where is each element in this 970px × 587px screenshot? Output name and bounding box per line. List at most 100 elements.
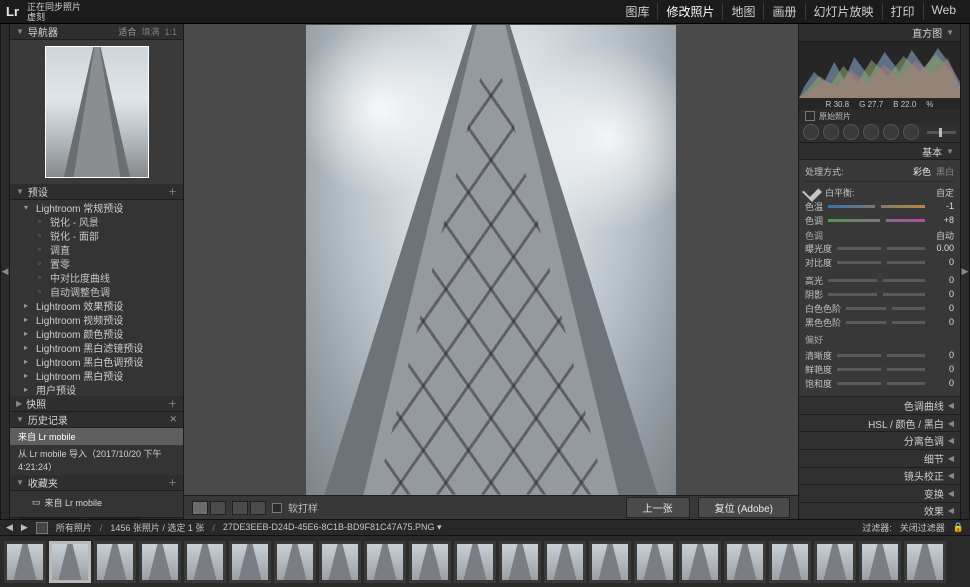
exposure-slider[interactable]	[837, 247, 925, 250]
preset-group[interactable]: ▸Lightroom 黑白滤镜预设	[10, 340, 183, 354]
gradient-tool-icon[interactable]	[863, 124, 879, 140]
grid-icon[interactable]	[36, 522, 48, 534]
snapshots-header[interactable]: ▶ 快照 ＋	[10, 396, 183, 412]
transform-header[interactable]: 变换◀	[799, 484, 960, 502]
softproof-checkbox[interactable]	[272, 503, 282, 513]
swap-button[interactable]	[250, 501, 266, 515]
filmstrip-thumb[interactable]	[229, 541, 271, 583]
treatment-color[interactable]: 彩色	[913, 165, 931, 178]
original-toggle[interactable]: 原始照片	[799, 109, 960, 124]
filmstrip-thumb[interactable]	[49, 541, 91, 583]
spot-tool-icon[interactable]	[823, 124, 839, 140]
presets-header[interactable]: ▼ 预设 ＋	[10, 184, 183, 200]
hsl-header[interactable]: HSL / 颜色 / 黑白◀	[799, 414, 960, 432]
filmstrip-thumb[interactable]	[319, 541, 361, 583]
filmstrip-thumb[interactable]	[364, 541, 406, 583]
filmstrip-thumb[interactable]	[184, 541, 226, 583]
before-after-lr-button[interactable]	[210, 501, 226, 515]
clarity-value[interactable]: 0	[930, 350, 954, 360]
history-entry[interactable]: 来自 Lr mobile	[10, 428, 183, 445]
module-map[interactable]: 地图	[722, 3, 763, 20]
current-filename[interactable]: 27DE3EEB-D24D-45E6-8C1B-BD9F81C47A75.PNG…	[223, 522, 442, 533]
add-preset-icon[interactable]: ＋	[168, 185, 177, 198]
left-edge-collapse[interactable]: ◀	[0, 24, 10, 519]
right-edge-collapse[interactable]: ▶	[960, 24, 970, 519]
radial-tool-icon[interactable]	[883, 124, 899, 140]
nav-zoom-labels[interactable]: 适合 填满 1:1	[118, 25, 177, 38]
nav-back-icon[interactable]: ◀	[6, 522, 13, 533]
module-slideshow[interactable]: 幻灯片放映	[805, 3, 882, 20]
filmstrip-thumb[interactable]	[544, 541, 586, 583]
blacks-value[interactable]: 0	[930, 317, 954, 327]
clear-history-icon[interactable]: ✕	[169, 414, 177, 425]
auto-tone-button[interactable]: 自动	[936, 229, 954, 242]
preset-group[interactable]: ▸用户预设	[10, 382, 183, 396]
vibrance-slider[interactable]	[837, 368, 925, 371]
filmstrip-thumb[interactable]	[769, 541, 811, 583]
histogram-header[interactable]: 直方图 ▼	[799, 24, 960, 42]
tonecurve-header[interactable]: 色调曲线◀	[799, 396, 960, 414]
filmstrip-thumb[interactable]	[409, 541, 451, 583]
filmstrip-thumb[interactable]	[454, 541, 496, 583]
preset-item[interactable]: ▫自动调整色调	[10, 284, 183, 298]
vibrance-value[interactable]: 0	[930, 364, 954, 374]
filmstrip-thumb[interactable]	[724, 541, 766, 583]
preset-item[interactable]: ▫锐化 - 面部	[10, 228, 183, 242]
sync-profile-block[interactable]: 正在同步照片 虚刻	[27, 2, 81, 22]
add-collection-icon[interactable]: ＋	[168, 476, 177, 489]
navigator-preview[interactable]	[10, 40, 183, 184]
previous-button[interactable]: 上一张	[626, 497, 690, 518]
filmstrip-thumb[interactable]	[94, 541, 136, 583]
filmstrip-thumb[interactable]	[634, 541, 676, 583]
basic-header[interactable]: 基本 ▼	[799, 143, 960, 161]
original-checkbox[interactable]	[805, 111, 815, 121]
preset-group[interactable]: ▸Lightroom 黑白色调预设	[10, 354, 183, 368]
shadows-slider[interactable]	[828, 293, 925, 296]
preset-group[interactable]: ▾Lightroom 常规预设	[10, 200, 183, 214]
preset-item[interactable]: ▫调直	[10, 242, 183, 256]
reset-button[interactable]: 复位 (Adobe)	[698, 497, 790, 518]
module-book[interactable]: 画册	[763, 3, 804, 20]
saturation-value[interactable]: 0	[930, 378, 954, 388]
preset-item[interactable]: ▫锐化 - 风景	[10, 214, 183, 228]
source-label[interactable]: 所有照片	[56, 521, 92, 534]
tint-slider[interactable]	[828, 219, 925, 222]
filmstrip-thumb[interactable]	[499, 541, 541, 583]
redeye-tool-icon[interactable]	[843, 124, 859, 140]
histogram-body[interactable]: R 30.8 G 27.7 B 22.0 % 原始照片	[799, 42, 960, 122]
history-header[interactable]: ▼ 历史记录 ✕	[10, 412, 183, 428]
preset-group[interactable]: ▸Lightroom 视频预设	[10, 312, 183, 326]
saturation-slider[interactable]	[837, 382, 925, 385]
nav-fwd-icon[interactable]: ▶	[21, 522, 28, 533]
exposure-value[interactable]: 0.00	[930, 243, 954, 253]
highlights-value[interactable]: 0	[930, 275, 954, 285]
filmstrip-thumb[interactable]	[859, 541, 901, 583]
collection-item[interactable]: ▭ 来自 Lr mobile	[10, 494, 183, 511]
wb-mode-dropdown[interactable]: 自定	[936, 186, 954, 199]
filmstrip-thumb[interactable]	[4, 541, 46, 583]
temp-value[interactable]: -1	[930, 201, 954, 211]
filter-lock-icon[interactable]: 🔒	[953, 522, 964, 533]
collections-header[interactable]: ▼ 收藏夹 ＋	[10, 475, 183, 491]
filmstrip-thumb[interactable]	[904, 541, 946, 583]
preset-group[interactable]: ▸Lightroom 效果预设	[10, 298, 183, 312]
preset-group[interactable]: ▸Lightroom 黑白预设	[10, 368, 183, 382]
navigator-header[interactable]: ▼ 导航器 适合 填满 1:1	[10, 24, 183, 40]
module-print[interactable]: 打印	[882, 3, 923, 20]
effects-header[interactable]: 效果◀	[799, 502, 960, 520]
before-after-tb-button[interactable]	[232, 501, 248, 515]
tint-value[interactable]: +8	[930, 215, 954, 225]
filmstrip-thumb[interactable]	[589, 541, 631, 583]
module-library[interactable]: 图库	[617, 3, 657, 20]
contrast-value[interactable]: 0	[930, 257, 954, 267]
filmstrip-thumb[interactable]	[814, 541, 856, 583]
loupe-view-button[interactable]	[192, 501, 208, 515]
splittone-header[interactable]: 分离色调◀	[799, 431, 960, 449]
filmstrip-thumb[interactable]	[274, 541, 316, 583]
history-entry[interactable]: 从 Lr mobile 导入（2017/10/20 下午4:21:24）	[10, 445, 183, 475]
shadows-value[interactable]: 0	[930, 289, 954, 299]
clarity-slider[interactable]	[837, 354, 925, 357]
preset-item[interactable]: ▫置零	[10, 256, 183, 270]
detail-header[interactable]: 细节◀	[799, 449, 960, 467]
whites-value[interactable]: 0	[930, 303, 954, 313]
